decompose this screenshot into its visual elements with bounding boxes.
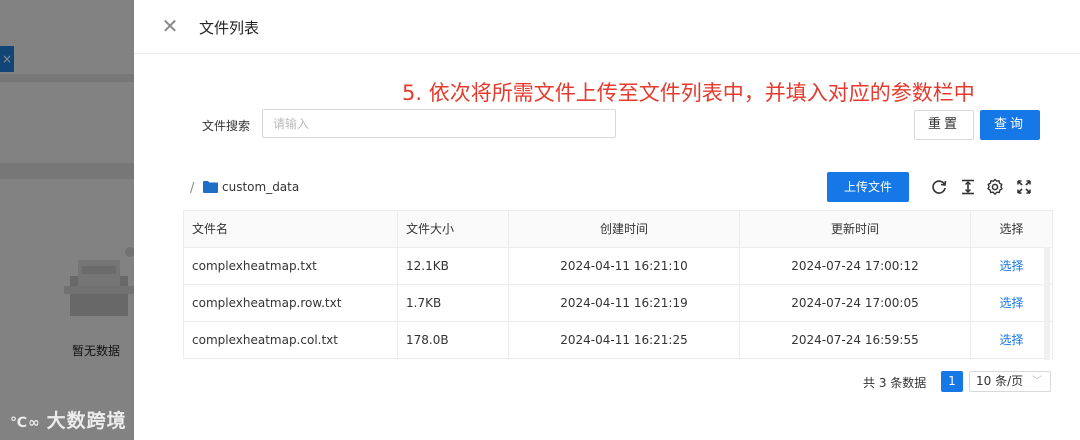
page-size-value: 10 条/页 [976,374,1024,388]
column-header-size[interactable]: 文件大小 [398,211,509,247]
updated-time-cell: 2024-07-24 17:00:05 [740,285,971,321]
column-header-updated[interactable]: 更新时间 [740,211,971,247]
table-scrollbar[interactable] [1044,247,1050,360]
select-cell: 选择 [971,248,1052,284]
reset-button[interactable]: 重置 [914,110,974,140]
breadcrumb-folder[interactable]: custom_data [222,180,299,194]
file-name-cell: complexheatmap.txt [184,248,398,284]
pagination-page-button[interactable]: 1 [941,371,963,392]
upload-file-button[interactable]: 上传文件 [827,172,909,202]
created-time-cell: 2024-04-11 16:21:25 [509,322,740,358]
modal-overlay[interactable] [0,0,134,440]
created-time-cell: 2024-04-11 16:21:10 [509,248,740,284]
instruction-annotation: 5. 依次将所需文件上传至文件列表中，并填入对应的参数栏中 [402,81,975,105]
updated-time-cell: 2024-07-24 17:00:12 [740,248,971,284]
watermark-logo: ℃∞ [10,415,41,431]
drawer-header: ✕ 文件列表 [134,0,1080,54]
query-button[interactable]: 查询 [980,110,1040,140]
select-cell: 选择 [971,322,1052,358]
column-height-icon[interactable] [959,178,977,196]
select-link[interactable]: 选择 [999,296,1023,310]
watermark-text: 大数跨境 [46,410,127,432]
column-header-filename[interactable]: 文件名 [184,211,398,247]
folder-icon [203,181,218,193]
breadcrumb-separator: / [190,181,195,196]
table-row[interactable]: complexheatmap.col.txt 178.0B 2024-04-11… [184,322,1052,359]
table-header-row: 文件名 文件大小 创建时间 更新时间 选择 [184,211,1052,248]
select-link[interactable]: 选择 [999,259,1023,273]
file-name-cell: complexheatmap.row.txt [184,285,398,321]
file-table: 文件名 文件大小 创建时间 更新时间 选择 complexheatmap.txt… [183,210,1053,359]
table-row[interactable]: complexheatmap.row.txt 1.7KB 2024-04-11 … [184,285,1052,322]
file-size-cell: 178.0B [398,322,509,358]
close-icon[interactable]: ✕ [160,16,180,36]
pagination-total: 共 3 条数据 [863,376,927,390]
watermark: ℃∞ 大数跨境 [10,406,127,433]
table-row[interactable]: complexheatmap.txt 12.1KB 2024-04-11 16:… [184,248,1052,285]
drawer-title: 文件列表 [199,19,260,37]
chevron-down-icon: ﹀ [1032,376,1042,387]
select-link[interactable]: 选择 [999,333,1023,347]
refresh-icon[interactable] [930,178,948,196]
updated-time-cell: 2024-07-24 16:59:55 [740,322,971,358]
column-header-created[interactable]: 创建时间 [509,211,740,247]
file-list-drawer: ✕ 文件列表 5. 依次将所需文件上传至文件列表中，并填入对应的参数栏中 文件搜… [134,0,1080,440]
created-time-cell: 2024-04-11 16:21:19 [509,285,740,321]
fullscreen-icon[interactable] [1015,178,1033,196]
select-cell: 选择 [971,285,1052,321]
file-size-cell: 12.1KB [398,248,509,284]
column-header-select: 选择 [999,222,1024,236]
file-name-cell: complexheatmap.col.txt [184,322,398,358]
file-size-cell: 1.7KB [398,285,509,321]
page-size-select[interactable]: 10 条/页 ﹀ [969,371,1051,392]
settings-icon[interactable] [986,178,1004,196]
search-label: 文件搜索 [202,119,251,133]
search-input[interactable] [262,109,616,138]
